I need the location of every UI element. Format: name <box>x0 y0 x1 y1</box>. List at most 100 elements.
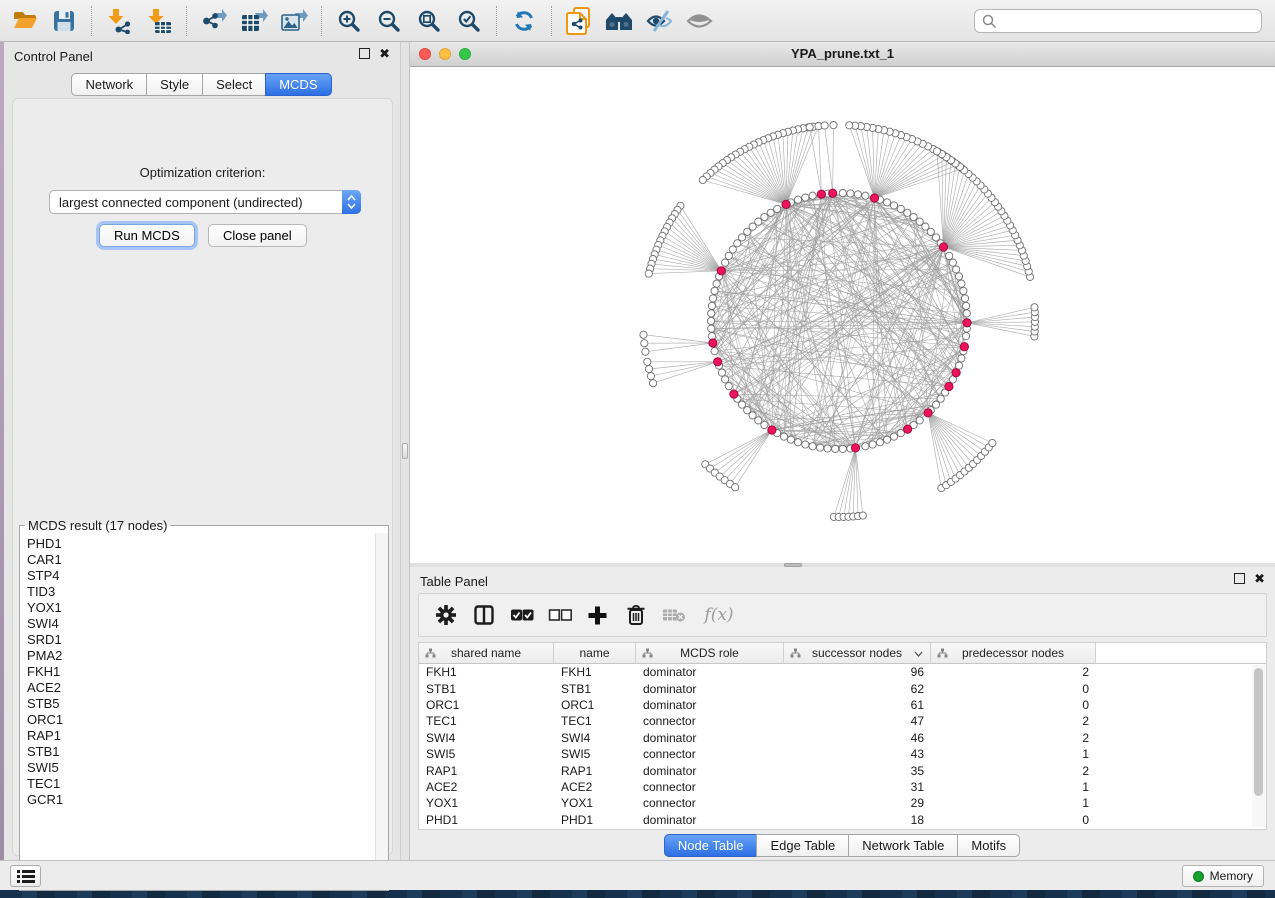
export-network-button[interactable] <box>194 3 234 39</box>
table-row[interactable]: ACE2ACE2connector311 <box>419 779 1251 795</box>
export-image-button[interactable] <box>274 3 314 39</box>
column-header-predecessor-nodes[interactable]: predecessor nodes <box>931 643 1096 663</box>
mcds-result-list[interactable]: PHD1CAR1STP4TID3YOX1SWI4SRD1PMA2FKH1ACE2… <box>20 533 374 890</box>
show-graphics-details-button[interactable] <box>679 3 719 39</box>
run-mcds-button[interactable]: Run MCDS <box>99 224 195 247</box>
delete-column-button[interactable] <box>621 600 650 630</box>
hide-graphics-details-button[interactable] <box>639 3 679 39</box>
mcds-result-item[interactable]: PMA2 <box>27 648 374 664</box>
share-network-button[interactable] <box>559 3 599 39</box>
open-file-button[interactable] <box>4 3 44 39</box>
mcds-result-item[interactable]: TEC1 <box>27 776 374 792</box>
table-scrollbar[interactable] <box>1252 665 1265 827</box>
mcds-result-item[interactable]: ACE2 <box>27 680 374 696</box>
add-column-button[interactable] <box>583 600 612 630</box>
tab-edge-table[interactable]: Edge Table <box>756 834 849 857</box>
mcds-result-item[interactable]: STB1 <box>27 744 374 760</box>
column-header-successor-nodes[interactable]: successor nodes <box>784 643 931 663</box>
column-header-MCDS-role[interactable]: MCDS role <box>636 643 784 663</box>
network-window-titlebar[interactable]: YPA_prune.txt_1 <box>410 42 1275 67</box>
table-row[interactable]: YOX1YOX1connector291 <box>419 795 1251 811</box>
dropdown-stepper-icon <box>342 190 361 214</box>
search-input[interactable] <box>997 13 1261 29</box>
hide-graphics-details-icon <box>646 9 673 33</box>
refresh-button[interactable] <box>504 3 544 39</box>
tab-style[interactable]: Style <box>146 73 203 96</box>
mcds-result-item[interactable]: YOX1 <box>27 600 374 616</box>
splitter-grip[interactable] <box>402 443 408 459</box>
table-row[interactable]: FKH1FKH1dominator962 <box>419 664 1251 680</box>
float-panel-icon[interactable] <box>1234 573 1245 584</box>
zoom-out-button[interactable] <box>369 3 409 39</box>
function-builder-icon: f(x) <box>704 605 733 625</box>
mcds-result-item[interactable]: SWI5 <box>27 760 374 776</box>
mcds-result-item[interactable]: SWI4 <box>27 616 374 632</box>
table-cell: connector <box>636 796 784 810</box>
mcds-list-scrollbar[interactable] <box>375 533 388 890</box>
tab-node-table[interactable]: Node Table <box>664 834 758 857</box>
mcds-result-item[interactable]: TID3 <box>27 584 374 600</box>
mcds-result-item[interactable]: GCR1 <box>27 792 374 808</box>
import-network-button[interactable] <box>99 3 139 39</box>
add-column-icon <box>588 606 607 625</box>
tab-mcds[interactable]: MCDS <box>265 73 331 96</box>
tab-network-table[interactable]: Network Table <box>848 834 958 857</box>
mcds-result-item[interactable]: ORC1 <box>27 712 374 728</box>
table-row[interactable]: STB1STB1dominator620 <box>419 680 1251 696</box>
table-settings-gear-icon <box>435 604 457 626</box>
memory-button[interactable]: Memory <box>1182 865 1264 887</box>
float-panel-icon[interactable] <box>359 48 370 59</box>
table-tabs: Node TableEdge TableNetwork TableMotifs <box>410 834 1275 857</box>
optimization-criterion-select[interactable]: largest connected component (undirected) <box>49 190 361 214</box>
table-row[interactable]: RAP1RAP1dominator352 <box>419 762 1251 778</box>
column-header-shared-name[interactable]: shared name <box>419 643 554 663</box>
task-history-button[interactable] <box>10 865 41 887</box>
mcds-result-item[interactable]: RAP1 <box>27 728 374 744</box>
mcds-result-item[interactable]: CAR1 <box>27 552 374 568</box>
table-row[interactable]: SWI4SWI4dominator462 <box>419 730 1251 746</box>
binoculars-button[interactable] <box>599 3 639 39</box>
export-table-button[interactable] <box>234 3 274 39</box>
mcds-result-item[interactable]: STB5 <box>27 696 374 712</box>
table-cell: 18 <box>784 813 931 827</box>
mcds-result-item[interactable]: SRD1 <box>27 632 374 648</box>
table-row[interactable]: SWI5SWI5connector431 <box>419 746 1251 762</box>
search-box[interactable] <box>974 9 1262 33</box>
zoom-selected-button[interactable] <box>449 3 489 39</box>
control-panel-title: Control Panel <box>14 49 93 64</box>
node-table: shared namenameMCDS rolesuccessor nodesp… <box>418 642 1267 830</box>
table-settings-gear-button[interactable] <box>431 600 460 630</box>
close-panel-button[interactable]: Close panel <box>208 224 307 247</box>
save-session-button[interactable] <box>44 3 84 39</box>
task-list-icon <box>17 869 35 883</box>
control-panel-header: Control Panel ✖ <box>4 42 400 70</box>
table-row[interactable]: TEC1TEC1connector472 <box>419 713 1251 729</box>
close-panel-icon[interactable]: ✖ <box>379 48 390 59</box>
column-header-name[interactable]: name <box>554 643 636 663</box>
table-header-row: shared namenameMCDS rolesuccessor nodesp… <box>419 643 1266 664</box>
scrollbar-thumb[interactable] <box>1254 668 1263 796</box>
network-graph[interactable] <box>410 67 1275 563</box>
table-cell: 61 <box>784 698 931 712</box>
vertical-splitter[interactable] <box>400 42 410 860</box>
deselect-all-rows-button[interactable] <box>545 600 574 630</box>
table-cell: ORC1 <box>554 698 636 712</box>
zoom-fit-button[interactable] <box>409 3 449 39</box>
mcds-result-item[interactable]: FKH1 <box>27 664 374 680</box>
network-canvas[interactable] <box>410 67 1275 563</box>
column-selector-icon <box>474 605 494 625</box>
table-panel-title: Table Panel <box>420 574 488 589</box>
column-selector-button[interactable] <box>469 600 498 630</box>
tab-select[interactable]: Select <box>202 73 266 96</box>
mcds-result-item[interactable]: STP4 <box>27 568 374 584</box>
mcds-result-item[interactable]: PHD1 <box>27 536 374 552</box>
tab-motifs[interactable]: Motifs <box>957 834 1020 857</box>
close-panel-icon[interactable]: ✖ <box>1254 573 1265 584</box>
import-table-button[interactable] <box>139 3 179 39</box>
table-row[interactable]: PHD1PHD1dominator180 <box>419 812 1251 828</box>
tab-network[interactable]: Network <box>71 73 147 96</box>
table-row[interactable]: ORC1ORC1dominator610 <box>419 697 1251 713</box>
zoom-in-button[interactable] <box>329 3 369 39</box>
select-all-rows-button[interactable] <box>507 600 536 630</box>
table-cell: 31 <box>784 780 931 794</box>
